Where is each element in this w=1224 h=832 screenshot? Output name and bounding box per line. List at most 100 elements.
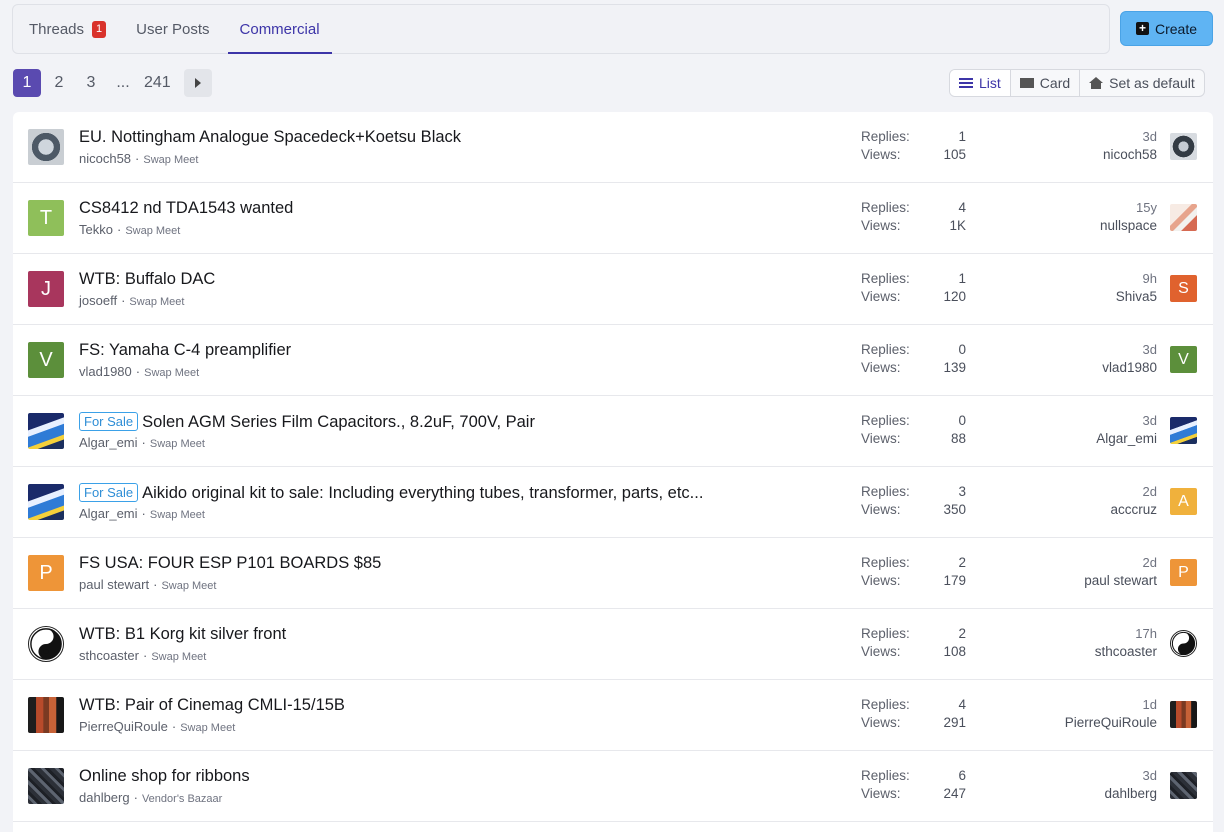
last-poster-avatar[interactable] [1170,772,1197,799]
threads-unread-badge: 1 [92,20,107,38]
thread-author-link[interactable]: PierreQuiRoule [79,719,168,734]
last-post-time[interactable]: 2d [1084,555,1157,573]
thread-forum-link[interactable]: Swap Meet [150,438,205,450]
last-poster-avatar[interactable]: P [1170,559,1197,586]
last-poster-link[interactable]: nullspace [1100,218,1157,233]
last-poster-link[interactable]: paul stewart [1084,573,1157,588]
thread-author-link[interactable]: sthcoaster [79,648,139,663]
views-count: 88 [950,431,966,446]
thread-title-link[interactable]: Online shop for ribbons [79,767,250,786]
thread-forum-link[interactable]: Swap Meet [144,367,199,379]
thread-stats: Replies: 1 Views: 105 [861,129,966,165]
thread-row: EU. Nottingham Analogue Spacedeck+Koetsu… [13,112,1213,183]
thread-author-link[interactable]: josoeff [79,293,117,308]
last-post-time[interactable]: 9h [1116,271,1157,289]
thread-forum-link[interactable]: Swap Meet [161,580,216,592]
last-post-info: 3d nicoch58 [1103,129,1157,162]
last-poster-link[interactable]: PierreQuiRoule [1065,715,1157,730]
tab-threads[interactable]: Threads 1 [17,5,118,53]
last-poster-avatar[interactable] [1170,133,1197,160]
card-view-button[interactable]: Card [1011,70,1081,96]
tab-commercial[interactable]: Commercial [227,5,332,54]
thread-forum-link[interactable]: Vendor's Bazaar [142,793,222,805]
last-poster-avatar[interactable] [1170,630,1197,657]
meta-separator: · [116,222,122,237]
thread-forum-link[interactable]: Swap Meet [143,154,198,166]
thread-title-link[interactable]: FS USA: FOUR ESP P101 BOARDS $85 [79,554,381,573]
pagination: 1 2 3 ... 241 [13,69,216,97]
page-last-button[interactable]: 241 [141,69,174,97]
last-post-time[interactable]: 3d [1103,129,1157,147]
thread-author-link[interactable]: paul stewart [79,577,149,592]
page-1-button[interactable]: 1 [13,69,41,97]
author-avatar[interactable] [28,697,64,733]
thread-title-link[interactable]: For Sale Aikido original kit to sale: Inc… [79,483,703,503]
author-avatar[interactable] [28,768,64,804]
thread-title-link[interactable]: For Sale Solen AGM Series Film Capacitors… [79,412,535,432]
thread-title-link[interactable]: WTB: Buffalo DAC [79,270,215,289]
last-poster-avatar[interactable] [1170,204,1197,231]
thread-stats: Replies: 4 Views: 1K [861,200,966,236]
last-post-info: 2d acccruz [1110,484,1157,517]
last-poster-avatar[interactable]: V [1170,346,1197,373]
thread-author-link[interactable]: nicoch58 [79,151,131,166]
thread-author-link[interactable]: Tekko [79,222,113,237]
thread-prefix-label[interactable]: For Sale [79,483,139,502]
thread-forum-link[interactable]: Swap Meet [125,225,180,237]
tab-user-posts[interactable]: User Posts [124,5,221,53]
last-poster-avatar[interactable] [1170,701,1197,728]
author-avatar[interactable]: V [28,342,64,378]
thread-stats: Replies: 0 Views: 88 [861,413,966,449]
create-button[interactable]: + Create [1120,11,1213,46]
list-view-button[interactable]: List [950,70,1011,96]
last-post-time[interactable]: 3d [1102,342,1157,360]
thread-title-link[interactable]: FS: Yamaha C-4 preamplifier [79,341,291,360]
last-post-time[interactable]: 2d [1110,484,1157,502]
last-poster-link[interactable]: acccruz [1110,502,1157,517]
last-poster-link[interactable]: dahlberg [1104,786,1157,801]
author-avatar[interactable]: P [28,555,64,591]
author-avatar[interactable]: T [28,200,64,236]
views-count: 108 [943,644,966,659]
thread-author-link[interactable]: Algar_emi [79,506,138,521]
next-page-button[interactable] [183,69,212,97]
replies-label: Replies: [861,200,910,215]
last-post-time[interactable]: 3d [1096,413,1157,431]
thread-forum-link[interactable]: Swap Meet [129,296,184,308]
last-post-time[interactable]: 1d [1065,697,1157,715]
author-avatar[interactable] [28,626,64,662]
author-avatar[interactable] [28,129,64,165]
author-avatar[interactable] [28,484,64,520]
thread-prefix-label[interactable]: For Sale [79,412,139,431]
thread-title-link[interactable]: EU. Nottingham Analogue Spacedeck+Koetsu… [79,128,461,147]
replies-count: 1 [958,271,966,286]
page-3-button[interactable]: 3 [77,69,105,97]
thread-author-link[interactable]: vlad1980 [79,364,132,379]
last-poster-avatar[interactable]: A [1170,488,1197,515]
thread-author-link[interactable]: Algar_emi [79,435,138,450]
last-poster-link[interactable]: nicoch58 [1103,147,1157,162]
last-poster-link[interactable]: Algar_emi [1096,431,1157,446]
author-avatar[interactable]: J [28,271,64,307]
thread-title-link[interactable]: CS8412 nd TDA1543 wanted [79,199,293,218]
set-default-button[interactable]: Set as default [1080,70,1204,96]
thread-meta: dahlberg · Vendor's Bazaar [79,790,222,805]
thread-forum-link[interactable]: Swap Meet [151,651,206,663]
thread-forum-link[interactable]: Swap Meet [180,722,235,734]
meta-separator: · [135,364,141,379]
last-poster-avatar[interactable] [1170,417,1197,444]
last-poster-link[interactable]: Shiva5 [1116,289,1157,304]
last-post-time[interactable]: 15y [1100,200,1157,218]
page-2-button[interactable]: 2 [45,69,73,97]
author-avatar[interactable] [28,413,64,449]
thread-title-link[interactable]: WTB: B1 Korg kit silver front [79,625,286,644]
last-poster-link[interactable]: vlad1980 [1102,360,1157,375]
last-poster-avatar[interactable]: S [1170,275,1197,302]
last-poster-link[interactable]: sthcoaster [1095,644,1157,659]
meta-separator: · [153,577,158,592]
last-post-time[interactable]: 3d [1104,768,1157,786]
thread-title-link[interactable]: WTB: Pair of Cinemag CMLI-15/15B [79,696,345,715]
last-post-time[interactable]: 17h [1095,626,1157,644]
thread-forum-link[interactable]: Swap Meet [150,509,205,521]
thread-author-link[interactable]: dahlberg [79,790,130,805]
